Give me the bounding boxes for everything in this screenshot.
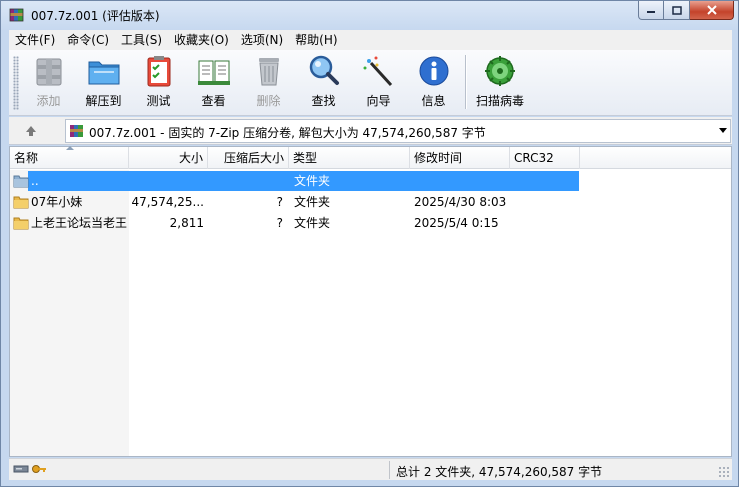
column-header-size[interactable]: 大小: [129, 147, 208, 169]
toolbar: 添加 解压到 测试 查看 删除 查找 向导 信息 扫描病毒: [9, 50, 732, 116]
file-modified: 2025/4/30 8:03: [414, 195, 507, 209]
toolbar-grip[interactable]: [13, 56, 19, 110]
folder-icon: [13, 196, 29, 209]
file-type: 文件夹: [294, 174, 331, 188]
menu-favorites[interactable]: 收藏夹(O): [168, 30, 235, 50]
maximize-icon: [671, 5, 682, 15]
view-button[interactable]: 查看: [186, 50, 241, 110]
close-icon: [706, 5, 717, 15]
file-type: 文件夹: [294, 216, 331, 230]
add-archive-icon: [36, 58, 61, 86]
test-button[interactable]: 测试: [131, 50, 186, 110]
window-title: 007.7z.001 (评估版本): [31, 9, 160, 23]
wizard-button[interactable]: 向导: [351, 50, 406, 110]
minimize-button[interactable]: [638, 1, 664, 20]
sort-ascending-icon: [66, 146, 74, 150]
status-summary: 总计 2 文件夹, 47,574,260,587 字节: [396, 465, 603, 479]
delete-label: 删除: [256, 94, 281, 108]
list-item-folder[interactable]: 07年小妹 47,574,25... ? 文件夹 2025/4/30 8:03: [10, 192, 731, 212]
file-name: 07年小妹: [31, 195, 83, 209]
info-button[interactable]: 信息: [406, 50, 461, 110]
chevron-down-icon[interactable]: [719, 128, 727, 133]
extract-to-label: 解压到: [85, 94, 122, 108]
address-text: 007.7z.001 - 固实的 7-Zip 压缩分卷, 解包大小为 47,57…: [89, 126, 486, 140]
list-item-folder[interactable]: 上老王论坛当老王 2,811 ? 文件夹 2025/5/4 0:15: [10, 213, 731, 233]
menu-bar: 文件(F) 命令(C) 工具(S) 收藏夹(O) 选项(N) 帮助(H): [9, 30, 732, 50]
resize-grip[interactable]: [718, 466, 730, 478]
address-combobox[interactable]: 007.7z.001 - 固实的 7-Zip 压缩分卷, 解包大小为 47,57…: [65, 119, 731, 143]
menu-commands[interactable]: 命令(C): [61, 30, 115, 50]
add-button-label: 添加: [36, 94, 61, 108]
file-size: 47,574,25...: [131, 195, 204, 209]
wizard-label: 向导: [366, 94, 391, 108]
column-header-crc[interactable]: CRC32: [510, 147, 580, 169]
virus-scan-icon: [485, 56, 515, 86]
extract-to-button[interactable]: 解压到: [76, 50, 131, 110]
file-name: 上老王论坛当老王: [31, 216, 127, 230]
file-type: 文件夹: [294, 195, 331, 209]
view-label: 查看: [201, 94, 226, 108]
file-packed-size: ?: [276, 195, 283, 209]
file-modified: 2025/5/4 0:15: [414, 216, 499, 230]
column-header-packed[interactable]: 压缩后大小: [208, 147, 289, 169]
key-icon[interactable]: [31, 463, 47, 475]
magnifier-icon: [309, 55, 339, 85]
delete-button[interactable]: 删除: [241, 50, 296, 110]
info-label: 信息: [421, 94, 446, 108]
view-book-icon: [197, 60, 230, 85]
menu-options[interactable]: 选项(N): [235, 30, 289, 50]
file-size: 2,811: [169, 216, 204, 230]
address-bar: 007.7z.001 - 固实的 7-Zip 压缩分卷, 解包大小为 47,57…: [9, 117, 732, 145]
virus-scan-button[interactable]: 扫描病毒: [470, 50, 530, 110]
test-checklist-icon: [147, 56, 170, 87]
file-packed-size: ?: [276, 216, 283, 230]
arrow-up-icon: [26, 126, 36, 136]
app-window: 007.7z.001 (评估版本) 文件(F) 命令(C) 工具(S) 收藏夹(…: [0, 0, 739, 487]
menu-tools[interactable]: 工具(S): [115, 30, 168, 50]
winrar-archive-icon: [70, 125, 83, 137]
menu-help[interactable]: 帮助(H): [289, 30, 343, 50]
trash-bin-icon: [258, 58, 279, 86]
column-header-modified[interactable]: 修改时间: [410, 147, 510, 169]
add-button[interactable]: 添加: [21, 50, 76, 110]
column-header-type[interactable]: 类型: [289, 147, 410, 169]
title-bar[interactable]: 007.7z.001 (评估版本): [1, 1, 738, 29]
status-bar: 总计 2 文件夹, 47,574,260,587 字节: [9, 458, 732, 480]
virus-scan-label: 扫描病毒: [475, 94, 524, 108]
extract-folder-icon: [88, 61, 119, 85]
parent-folder-icon: [13, 175, 29, 188]
find-button[interactable]: 查找: [296, 50, 351, 110]
drive-icon[interactable]: [13, 463, 29, 475]
menu-file[interactable]: 文件(F): [9, 30, 61, 50]
wizard-wand-icon: [363, 56, 392, 87]
up-folder-button[interactable]: [21, 122, 41, 140]
file-name: ..: [31, 174, 39, 188]
column-header-name[interactable]: 名称: [10, 146, 129, 169]
list-item-parent[interactable]: .. 文件夹: [10, 171, 731, 191]
close-button[interactable]: [690, 1, 734, 20]
winrar-archive-icon: [9, 8, 24, 22]
column-name-label: 名称: [14, 151, 39, 165]
toolbar-separator: [465, 55, 466, 109]
folder-icon: [13, 217, 29, 230]
minimize-icon: [647, 11, 655, 13]
find-label: 查找: [311, 94, 336, 108]
test-label: 测试: [146, 94, 171, 108]
info-icon: [419, 56, 448, 86]
list-header: 名称 大小 压缩后大小 类型 修改时间 CRC32: [10, 146, 731, 169]
maximize-button[interactable]: [664, 1, 690, 20]
file-list[interactable]: 名称 大小 压缩后大小 类型 修改时间 CRC32 .. 文件夹 07年小妹 4…: [9, 146, 732, 457]
